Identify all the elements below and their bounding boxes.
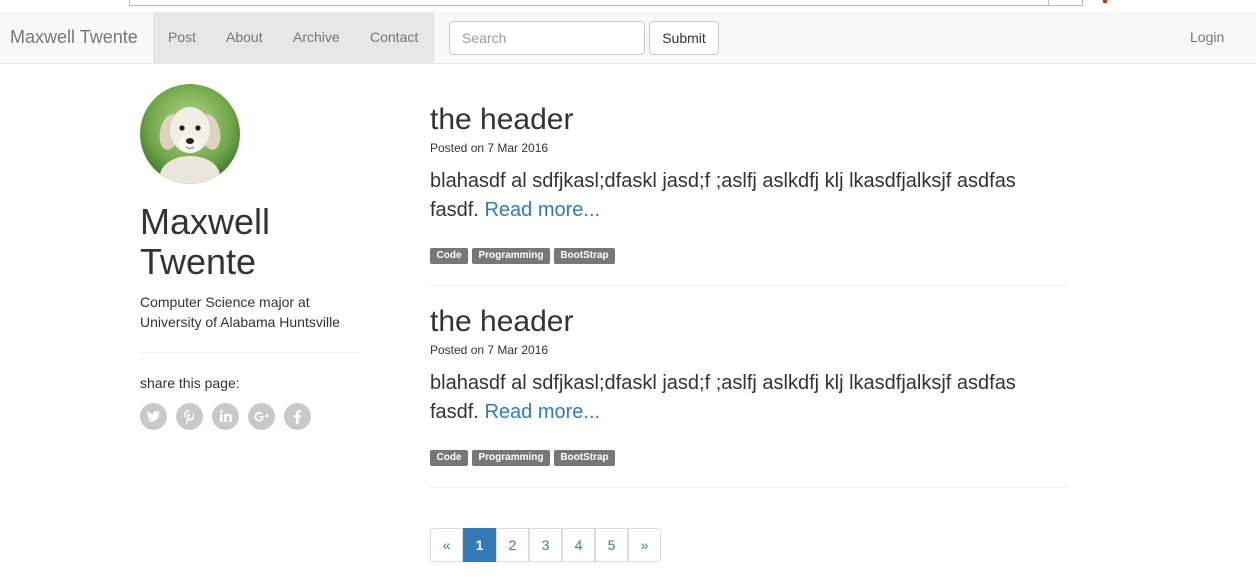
brand-link[interactable]: Maxwell Twente: [10, 12, 138, 63]
read-more-link[interactable]: Read more...: [484, 401, 600, 423]
page-3-button[interactable]: 3: [529, 528, 562, 562]
google-plus-icon[interactable]: [248, 403, 275, 430]
page-5-button[interactable]: 5: [595, 528, 628, 562]
avatar: [140, 84, 240, 184]
nav-archive[interactable]: Archive: [293, 12, 340, 63]
page-2-button[interactable]: 2: [496, 528, 529, 562]
page-4-button[interactable]: 4: [562, 528, 595, 562]
extension-icon[interactable]: [1103, 0, 1107, 3]
post-body: blahasdf al sdfjkasl;dfaskl jasd;f ;aslf…: [430, 167, 1066, 225]
page-next-button[interactable]: »: [628, 528, 661, 562]
nav-about[interactable]: About: [226, 12, 263, 63]
post-title[interactable]: the header: [430, 305, 573, 339]
search-input[interactable]: [449, 21, 645, 55]
linkedin-icon[interactable]: [212, 403, 239, 430]
pinterest-icon[interactable]: [176, 403, 203, 430]
post-meta: Posted on 7 Mar 2016: [430, 141, 549, 155]
tag-programming[interactable]: Programming: [472, 248, 550, 264]
post-body: blahasdf al sdfjkasl;dfaskl jasd;f ;aslf…: [430, 369, 1066, 427]
twitter-icon[interactable]: [140, 403, 167, 430]
tag-code[interactable]: Code: [430, 450, 468, 466]
nav-post[interactable]: Post: [168, 12, 196, 63]
post-divider: [430, 487, 1067, 488]
post-meta: Posted on 7 Mar 2016: [430, 343, 549, 357]
login-link[interactable]: Login: [1190, 12, 1224, 63]
tag-bootstrap[interactable]: BootStrap: [554, 450, 615, 466]
nav-contact[interactable]: Contact: [370, 12, 418, 63]
post-divider: [430, 285, 1067, 286]
navbar: Maxwell Twente Post About Archive Contac…: [0, 12, 1256, 64]
page-1-button[interactable]: 1: [463, 528, 496, 562]
post-title[interactable]: the header: [430, 103, 573, 137]
profile-name: Maxwell Twente: [140, 201, 271, 282]
page-prev-button[interactable]: «: [430, 528, 463, 562]
tag-code[interactable]: Code: [430, 248, 468, 264]
facebook-icon[interactable]: [284, 403, 311, 430]
address-bar[interactable]: [129, 0, 1083, 6]
tag-programming[interactable]: Programming: [472, 450, 550, 466]
read-more-link[interactable]: Read more...: [484, 199, 600, 221]
share-label: share this page:: [140, 375, 240, 391]
divider: [140, 352, 360, 353]
submit-button[interactable]: Submit: [649, 21, 719, 55]
tag-bootstrap[interactable]: BootStrap: [554, 248, 615, 264]
bio: Computer Science major at University of …: [140, 294, 340, 330]
